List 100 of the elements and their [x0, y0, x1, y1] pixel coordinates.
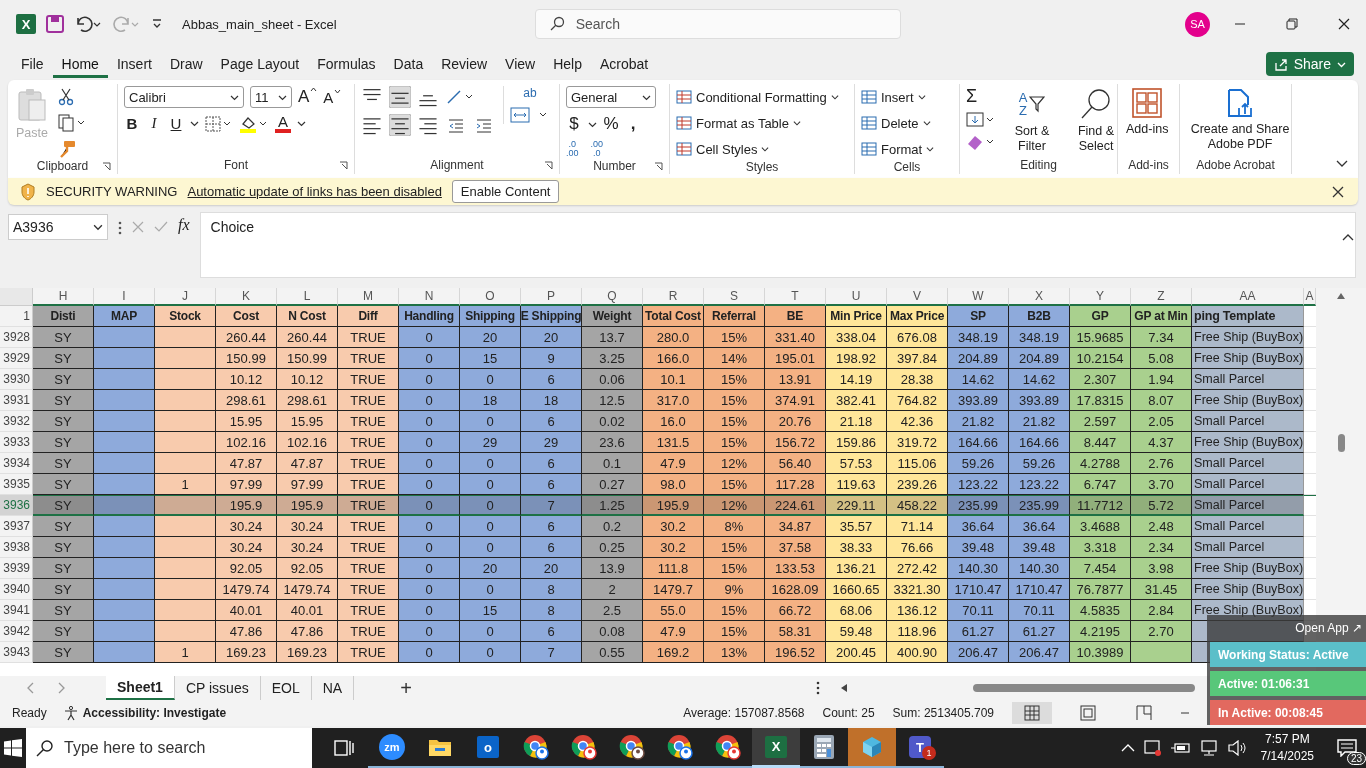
- scroll-up-icon[interactable]: [1336, 292, 1346, 300]
- column-header[interactable]: X: [1009, 288, 1070, 306]
- grow-font-button[interactable]: A: [298, 87, 318, 107]
- column-header[interactable]: N: [399, 288, 460, 306]
- menu-tab[interactable]: Draw: [160, 50, 212, 78]
- security-warning-link[interactable]: Automatic update of links has been disabled: [187, 184, 442, 199]
- close-icon[interactable]: [1332, 185, 1344, 198]
- column-header[interactable]: V: [887, 288, 948, 306]
- user-avatar[interactable]: SA: [1185, 11, 1210, 37]
- caret-icon[interactable]: [190, 119, 199, 128]
- row-number[interactable]: 3929: [0, 348, 33, 369]
- row-number[interactable]: 3931: [0, 390, 33, 411]
- volume-icon[interactable]: [1226, 740, 1247, 756]
- decimal-button[interactable]: .0 .00: [566, 140, 579, 158]
- row-number[interactable]: 3935: [0, 474, 33, 495]
- more-icon[interactable]: [816, 681, 820, 695]
- column-header[interactable]: J: [155, 288, 216, 306]
- number-format-dropdown[interactable]: General: [566, 86, 656, 108]
- column-header[interactable]: Q: [582, 288, 643, 306]
- enable-content-button[interactable]: Enable Content: [451, 180, 560, 203]
- sort-filter-button[interactable]: A Z Sort & Filter: [1004, 86, 1060, 156]
- vertical-align-icon[interactable]: [389, 86, 411, 108]
- row-number[interactable]: 3930: [0, 369, 33, 390]
- eraser-icon[interactable]: [966, 133, 996, 151]
- taskbar-app[interactable]: X: [752, 728, 800, 768]
- row-number[interactable]: 3940: [0, 579, 33, 600]
- more-icon[interactable]: [118, 221, 122, 235]
- menu-tab[interactable]: Review: [432, 50, 497, 78]
- scrollbar-thumb[interactable]: [1337, 434, 1345, 452]
- name-box[interactable]: A3936: [8, 214, 108, 240]
- taskbar-app[interactable]: o: [464, 728, 512, 768]
- column-header[interactable]: P: [521, 288, 582, 306]
- font-color-button[interactable]: A: [275, 114, 291, 133]
- menu-tab[interactable]: Help: [544, 50, 591, 78]
- decimal-button[interactable]: .00 .0: [590, 140, 604, 158]
- cells-menu-button[interactable]: Insert: [861, 86, 926, 108]
- restore-icon[interactable]: [1286, 18, 1298, 30]
- row-number[interactable]: 3937: [0, 516, 33, 537]
- dialog-launcher-icon[interactable]: [544, 160, 553, 170]
- column-header[interactable]: Y: [1070, 288, 1131, 306]
- column-header[interactable]: T: [765, 288, 826, 306]
- bold-button[interactable]: B: [124, 115, 140, 132]
- menu-tab[interactable]: File: [12, 50, 53, 78]
- network-icon[interactable]: [1198, 740, 1219, 756]
- row-number[interactable]: 3936: [0, 495, 33, 516]
- meet-icon[interactable]: [1142, 739, 1163, 757]
- row-number[interactable]: 3943: [0, 642, 33, 663]
- row-number[interactable]: 3939: [0, 558, 33, 579]
- styles-menu-button[interactable]: Conditional Formatting: [676, 86, 839, 108]
- copy-icon[interactable]: [57, 114, 86, 132]
- row-number[interactable]: 3938: [0, 537, 33, 558]
- cells-menu-button[interactable]: Delete: [861, 112, 931, 134]
- column-header[interactable]: M: [338, 288, 399, 306]
- add-ins-button[interactable]: Add-ins: [1124, 86, 1171, 138]
- currency-button[interactable]: $: [566, 114, 582, 134]
- dialog-launcher-icon[interactable]: [654, 161, 663, 171]
- sheet-tab[interactable]: Sheet1: [106, 676, 175, 700]
- dialog-launcher-icon[interactable]: [102, 161, 111, 171]
- column-header[interactable]: A: [1304, 288, 1316, 306]
- column-header[interactable]: K: [216, 288, 277, 306]
- check-icon[interactable]: [154, 221, 168, 233]
- wrap-text-button[interactable]: ab: [510, 86, 550, 100]
- windows-start-icon[interactable]: [4, 739, 22, 757]
- find-select-button[interactable]: Find & Select: [1068, 86, 1124, 156]
- row-number[interactable]: 3934: [0, 453, 33, 474]
- italic-button[interactable]: I: [146, 115, 162, 132]
- column-header[interactable]: U: [826, 288, 887, 306]
- collapse-icon[interactable]: [1342, 233, 1354, 241]
- open-app-link[interactable]: Open App ↗: [1210, 618, 1366, 638]
- row-number[interactable]: 1: [0, 306, 33, 327]
- menu-tab[interactable]: Acrobat: [590, 50, 658, 78]
- column-header[interactable]: H: [33, 288, 94, 306]
- scrollbar-thumb[interactable]: [973, 684, 1195, 692]
- column-header[interactable]: L: [277, 288, 338, 306]
- search-field[interactable]: Search: [534, 9, 901, 39]
- show-hidden-icons-icon[interactable]: [1120, 743, 1135, 753]
- shrink-font-button[interactable]: A: [323, 88, 342, 106]
- column-header[interactable]: R: [643, 288, 704, 306]
- menu-tab[interactable]: Data: [384, 50, 433, 78]
- borders-icon[interactable]: [205, 115, 233, 132]
- accessibility-button[interactable]: Accessibility: Investigate: [62, 705, 227, 721]
- dialog-launcher-icon[interactable]: [339, 160, 348, 170]
- horizontal-align-icon[interactable]: [389, 114, 411, 136]
- cut-icon[interactable]: [57, 88, 74, 106]
- menu-tab[interactable]: Insert: [107, 50, 161, 78]
- menu-tab[interactable]: Formulas: [308, 50, 385, 78]
- menu-tab[interactable]: View: [496, 50, 545, 78]
- close-icon[interactable]: [1338, 18, 1350, 30]
- autosum-button[interactable]: Σ: [966, 86, 996, 107]
- styles-menu-button[interactable]: Format as Table: [676, 112, 801, 134]
- styles-menu-button[interactable]: Cell Styles: [676, 138, 770, 160]
- share-button[interactable]: Share: [1265, 52, 1354, 76]
- caret-icon[interactable]: [297, 119, 306, 128]
- notifications-button[interactable]: 23: [1328, 728, 1366, 768]
- column-header[interactable]: S: [704, 288, 765, 306]
- comma-button[interactable]: ,: [625, 114, 641, 134]
- formula-field[interactable]: Choice: [199, 212, 1356, 278]
- column-header[interactable]: Z: [1131, 288, 1192, 306]
- create-pdf-button[interactable]: Create and Share Adobe PDF: [1186, 86, 1294, 154]
- previous-sheet-icon[interactable]: [26, 682, 36, 694]
